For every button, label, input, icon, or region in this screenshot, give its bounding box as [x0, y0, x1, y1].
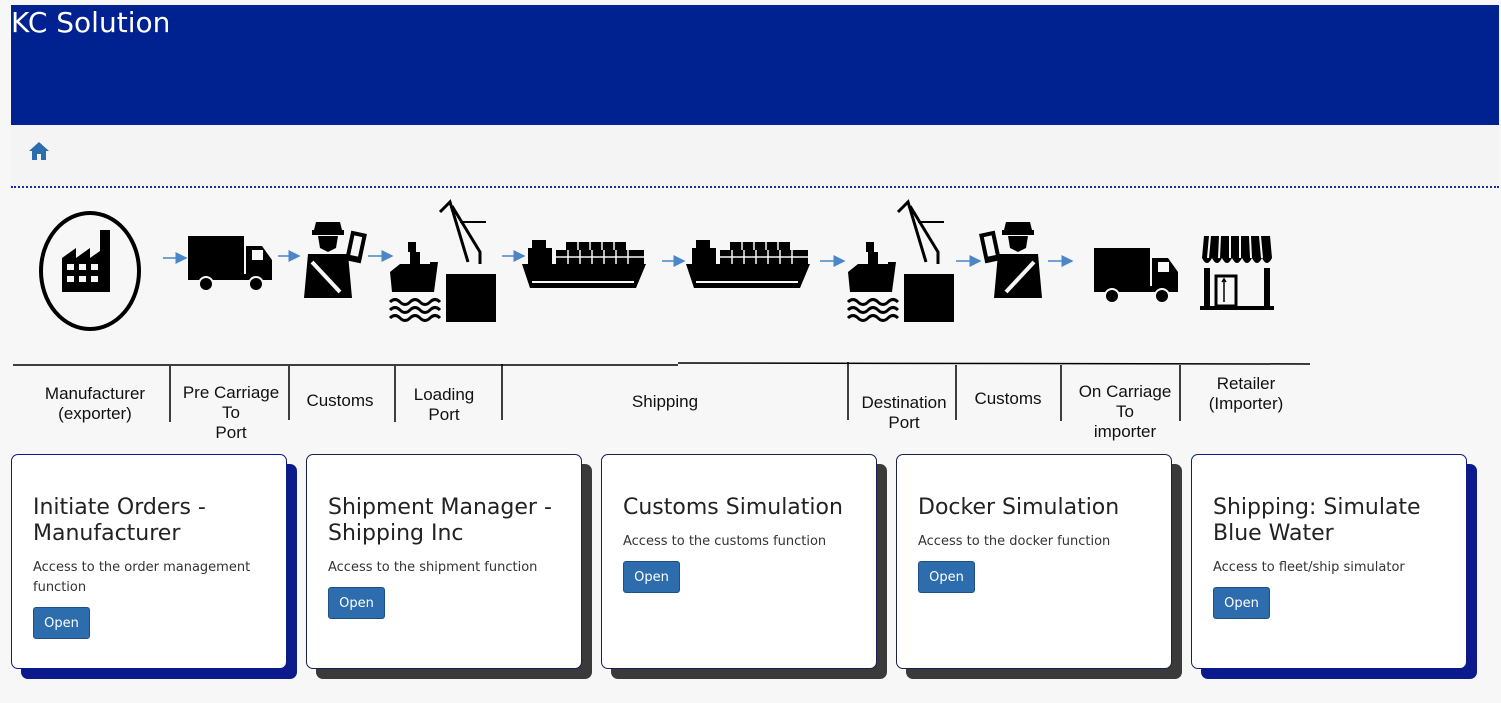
card-description: Access to the docker function [918, 534, 1111, 549]
factory-icon [39, 211, 141, 331]
stage-label-pre-carriage: Pre Carriage To Port [182, 383, 280, 442]
breadcrumb-bar [11, 125, 1499, 188]
port-crane-icon [846, 200, 956, 324]
card-title: Shipment Manager - Shipping Inc [328, 495, 552, 546]
card-title: Initiate Orders - Manufacturer [33, 495, 206, 546]
card-customs-simulation: Customs Simulation Access to the customs… [601, 454, 877, 669]
stage-label-shipping: Shipping [631, 392, 699, 411]
customs-officer-icon [302, 220, 369, 300]
open-button[interactable]: Open [33, 607, 90, 639]
open-button[interactable]: Open [918, 561, 975, 593]
open-button[interactable]: Open [623, 561, 680, 593]
card-shipping-simulate-blue-water: Shipping: Simulate Blue Water Access to … [1191, 454, 1467, 669]
cargo-ship-icon [521, 239, 647, 289]
card-title: Shipping: Simulate Blue Water [1213, 495, 1421, 546]
stage-label-destination-port: Destination Port [861, 393, 947, 432]
stage-label-manufacturer: Manufacturer (exporter) [44, 384, 146, 423]
card-description: Access to the shipment function [328, 560, 538, 575]
card-shipment-manager: Shipment Manager - Shipping Inc Access t… [306, 454, 582, 669]
open-button[interactable]: Open [1213, 587, 1270, 619]
app-header: KC Solution [11, 5, 1499, 125]
stage-label-retailer: Retailer (Importer) [1208, 374, 1284, 413]
card-title: Customs Simulation [623, 495, 843, 520]
customs-officer-icon [977, 220, 1044, 300]
home-icon[interactable] [28, 141, 50, 161]
app-title: KC Solution [11, 6, 171, 39]
stage-label-customs-destination: Customs [974, 389, 1042, 408]
card-docker-simulation: Docker Simulation Access to the docker f… [896, 454, 1172, 669]
card-title: Docker Simulation [918, 495, 1120, 520]
port-crane-icon [388, 200, 498, 324]
supply-chain-flow: Manufacturer (exporter) Pre Carriage To … [0, 188, 1501, 453]
stage-label-on-carriage: On Carriage To importer [1078, 382, 1172, 441]
card-description: Access to the order management function [33, 560, 251, 595]
open-button[interactable]: Open [328, 587, 385, 619]
truck-icon [187, 235, 273, 292]
cargo-ship-icon [685, 239, 811, 289]
card-initiate-orders: Initiate Orders - Manufacturer Access to… [11, 454, 287, 669]
stage-label-customs-origin: Customs [306, 391, 374, 410]
card-description: Access to the customs function [623, 534, 827, 549]
storefront-icon [1200, 235, 1274, 310]
stage-label-loading-port: Loading Port [413, 385, 475, 424]
card-description: Access to fleet/ship simulator [1213, 560, 1405, 575]
truck-icon [1093, 247, 1179, 304]
